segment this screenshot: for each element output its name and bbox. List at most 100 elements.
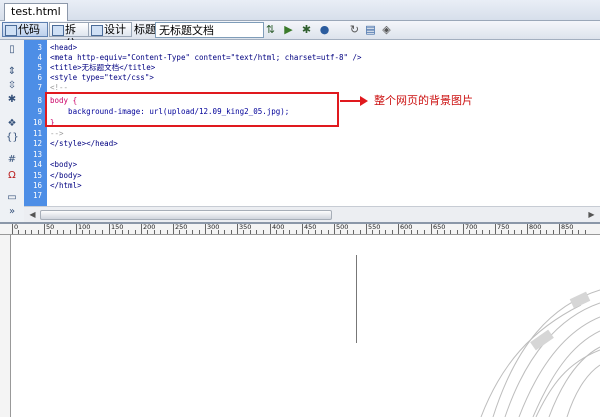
ruler-minor-tick — [115, 230, 116, 234]
annotation-label: 整个网页的背景图片 — [374, 94, 473, 107]
ruler-minor-tick — [546, 230, 547, 234]
design-view[interactable] — [11, 235, 600, 417]
annotation-arrow-head — [360, 96, 368, 106]
ruler-minor-tick — [469, 230, 470, 234]
ruler-tick — [302, 224, 303, 234]
ruler-tick — [205, 224, 206, 234]
ruler-minor-tick — [353, 230, 354, 234]
ruler-tick — [270, 224, 271, 234]
ruler-minor-tick — [18, 230, 19, 234]
select-parent-tag-icon[interactable]: ❖ — [6, 118, 18, 129]
ruler-minor-tick — [489, 230, 490, 234]
ruler-minor-tick — [417, 230, 418, 234]
ruler-minor-tick — [533, 230, 534, 234]
ruler-minor-tick — [218, 230, 219, 234]
balance-braces-icon[interactable]: {} — [6, 132, 19, 143]
more-options-icon[interactable]: » — [6, 206, 18, 217]
code-line: </html> — [50, 181, 82, 190]
ruler-minor-tick — [256, 230, 257, 234]
ruler-minor-tick — [379, 230, 380, 234]
code-line: --> — [50, 129, 64, 138]
annotation-arrow — [340, 100, 362, 102]
ruler-minor-tick — [521, 230, 522, 234]
ruler-minor-tick — [167, 230, 168, 234]
line-number: 9 — [37, 107, 42, 116]
ruler-minor-tick — [572, 230, 573, 234]
ruler-minor-tick — [192, 230, 193, 234]
refresh-design-icon[interactable]: ● — [318, 24, 331, 36]
code-view-button[interactable]: 代码 — [2, 22, 48, 37]
ruler-minor-tick — [553, 230, 554, 234]
code-line: <meta http-equiv="Content-Type" content=… — [50, 53, 362, 62]
line-number: 15 — [32, 171, 42, 180]
ruler-tick — [109, 224, 110, 234]
preview-in-browser-icon[interactable]: ▶ — [282, 24, 295, 36]
code-line: </body> — [50, 171, 82, 180]
document-tab[interactable]: test.html — [4, 3, 68, 21]
split-view-button[interactable]: 拆分 — [49, 22, 90, 50]
ruler-minor-tick — [31, 230, 32, 234]
horizontal-scrollbar[interactable]: ◀ ▶ — [24, 206, 600, 222]
ruler-tick — [334, 224, 335, 234]
scroll-left-icon[interactable]: ◀ — [27, 209, 38, 220]
design-view-icon — [91, 25, 103, 36]
line-number: 16 — [32, 181, 42, 190]
code-line: </style></head> — [50, 139, 118, 148]
ruler-minor-tick — [186, 230, 187, 234]
debug-icon[interactable]: ✱ — [300, 24, 313, 36]
horizontal-ruler: 0 50 100 150 200 250 300 350 400 450 500 550 600 650 7… — [0, 224, 600, 235]
ruler-minor-tick — [70, 230, 71, 234]
ruler-minor-tick — [147, 230, 148, 234]
ruler-minor-tick — [457, 230, 458, 234]
code-view-icon — [5, 25, 17, 36]
apply-comment-icon[interactable]: ▭ — [6, 192, 18, 203]
ruler-minor-tick — [392, 230, 393, 234]
ruler-minor-tick — [476, 230, 477, 234]
ruler-minor-tick — [102, 230, 103, 234]
ruler-minor-tick — [372, 230, 373, 234]
highlight-box — [45, 92, 339, 127]
expand-all-icon[interactable]: ✱ — [6, 94, 18, 105]
ruler-minor-tick — [508, 230, 509, 234]
ruler-minor-tick — [347, 230, 348, 234]
highlight-invalid-code-icon[interactable]: Ω — [6, 170, 18, 181]
collapse-selection-icon[interactable]: ⇳ — [6, 80, 18, 91]
code-line: <style type="text/css"> — [50, 73, 154, 82]
document-toolbar: 代码 拆分 设计 标题: ⇅ ▶ ✱ ● ↻ ▤ ◈ — [0, 21, 600, 50]
scroll-right-icon[interactable]: ▶ — [586, 209, 597, 220]
ruler-minor-tick — [57, 230, 58, 234]
ruler-minor-tick — [315, 230, 316, 234]
split-view-icon — [52, 25, 64, 36]
refresh-icon[interactable]: ↻ — [348, 24, 361, 36]
open-documents-icon[interactable]: ▯ — [6, 44, 18, 55]
ruler-minor-tick — [289, 230, 290, 234]
code-line: <body> — [50, 160, 78, 169]
ruler-minor-tick — [514, 230, 515, 234]
ruler-tick — [559, 224, 560, 234]
ruler-minor-tick — [276, 230, 277, 234]
ruler-minor-tick — [95, 230, 96, 234]
ruler-minor-tick — [437, 230, 438, 234]
scrollbar-thumb[interactable] — [40, 210, 332, 220]
ruler-minor-tick — [224, 230, 225, 234]
design-view-button[interactable]: 设计 — [88, 22, 132, 37]
ruler-minor-tick — [122, 230, 123, 234]
ruler-minor-tick — [25, 230, 26, 234]
visual-aids-icon[interactable]: ◈ — [380, 24, 393, 36]
ruler-minor-tick — [211, 230, 212, 234]
design-view-label: 设计 — [104, 23, 126, 36]
view-options-icon[interactable]: ▤ — [364, 24, 377, 36]
line-number: 4 — [37, 53, 42, 62]
collapse-tag-icon[interactable]: ⇕ — [6, 66, 18, 77]
document-tab-label: test.html — [11, 5, 61, 18]
file-management-icon[interactable]: ⇅ — [264, 24, 277, 36]
ruler-minor-tick — [63, 230, 64, 234]
ruler-minor-tick — [89, 230, 90, 234]
line-numbers-icon[interactable]: # — [6, 154, 18, 165]
vertical-ruler — [0, 235, 11, 417]
ruler-minor-tick — [82, 230, 83, 234]
title-input[interactable] — [155, 22, 264, 38]
ruler-tick — [76, 224, 77, 234]
ruler-tick — [173, 224, 174, 234]
coding-toolbar: ▯ ⇕ ⇳ ✱ ❖ {} # Ω ▭ » — [0, 40, 25, 222]
